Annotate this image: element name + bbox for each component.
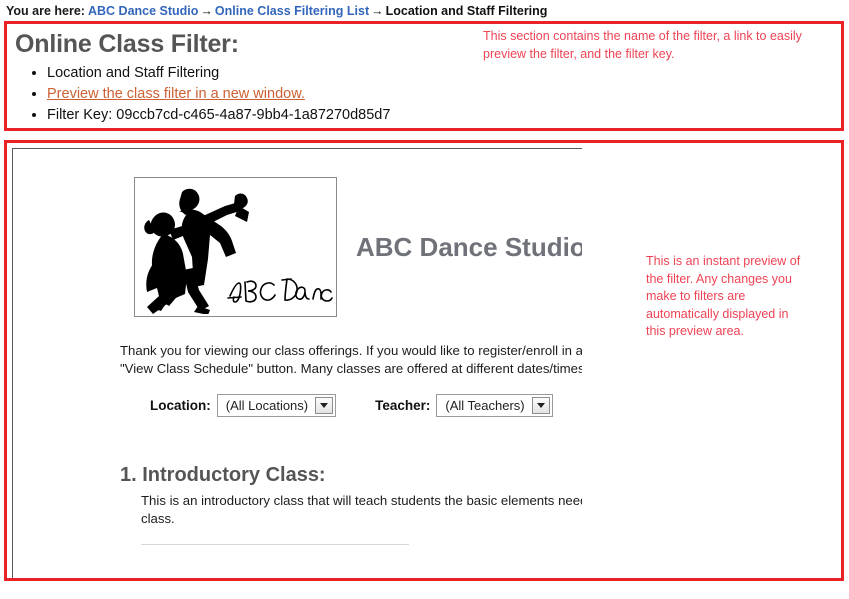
preview-panel: ABC Dance Studio O Thank you for viewing… <box>4 140 844 581</box>
location-label: Location: <box>150 398 211 413</box>
teacher-label: Teacher: <box>375 398 431 413</box>
studio-logo <box>134 177 337 317</box>
class-divider <box>141 544 409 545</box>
breadcrumb-current: Location and Staff Filtering <box>385 4 548 18</box>
teacher-select[interactable]: (All Teachers) <box>436 394 553 417</box>
class-listing-item: 1. Introductory Class: This is an introd… <box>120 464 582 528</box>
intro-paragraph: Thank you for viewing our class offering… <box>120 343 582 376</box>
breadcrumb-separator-2: → <box>371 4 384 18</box>
preview-filter-link[interactable]: Preview the class filter in a new window… <box>47 86 305 102</box>
class-title: 1. Introductory Class: <box>120 464 326 486</box>
list-item-preview-link: Preview the class filter in a new window… <box>47 84 841 104</box>
chevron-down-icon[interactable] <box>531 397 550 414</box>
studio-header: ABC Dance Studio O <box>13 149 582 317</box>
list-item-filter-key: Filter Key: 09ccb7cd-c465-4a87-9bb4-1a87… <box>47 105 841 125</box>
studio-name-heading: ABC Dance Studio O <box>356 231 582 262</box>
filter-preview-iframe[interactable]: ABC Dance Studio O Thank you for viewing… <box>12 148 582 578</box>
list-item-filter-name: Location and Staff Filtering <box>47 63 841 83</box>
dancing-couple-icon <box>135 178 334 314</box>
breadcrumb-link-studio[interactable]: ABC Dance Studio <box>88 4 198 18</box>
filter-controls: Location: (All Locations) Teacher: (All … <box>150 394 582 417</box>
breadcrumb-link-filtering-list[interactable]: Online Class Filtering List <box>215 4 369 18</box>
breadcrumb: You are here: ABC Dance Studio → Online Cl… <box>0 0 849 18</box>
annotation-filter-section: This section contains the name of the fi… <box>483 29 802 61</box>
filter-details-list: Location and Staff Filtering Preview the… <box>15 63 841 125</box>
chevron-down-icon[interactable] <box>315 397 334 414</box>
location-select[interactable]: (All Locations) <box>216 394 337 417</box>
annotation-preview-area: This is an instant preview of the filter… <box>646 254 801 338</box>
location-select-value: (All Locations) <box>225 398 309 413</box>
class-description: This is an introductory class that will … <box>141 493 582 526</box>
breadcrumb-label: You are here: <box>6 4 85 18</box>
teacher-select-value: (All Teachers) <box>445 398 525 413</box>
breadcrumb-separator-1: → <box>200 4 213 18</box>
